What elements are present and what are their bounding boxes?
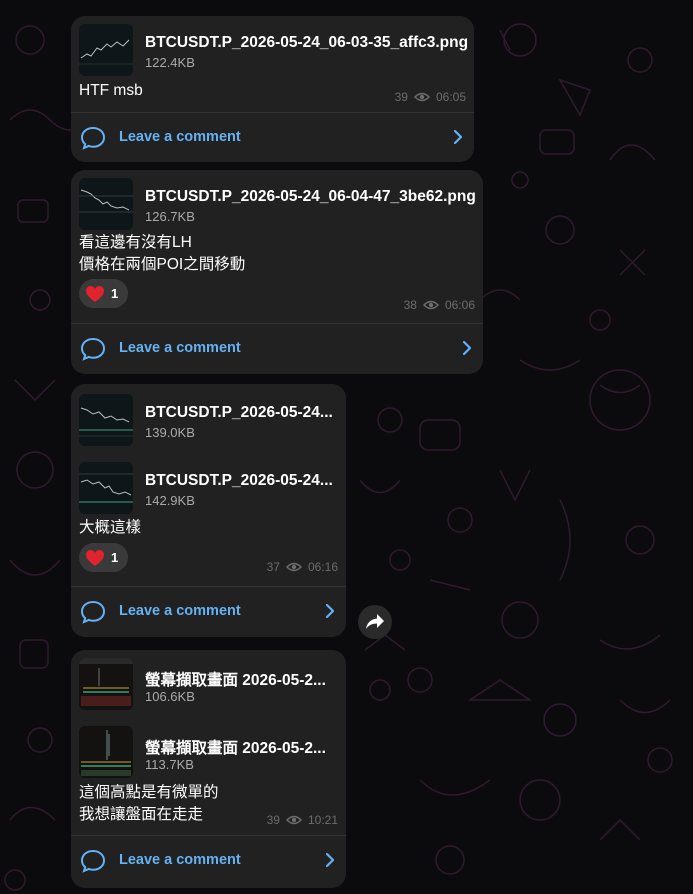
reaction-chip[interactable]: 1: [79, 543, 128, 572]
view-count: 37: [266, 560, 280, 574]
eye-icon: [285, 815, 302, 825]
leave-comment-label: Leave a comment: [119, 340, 241, 356]
file-name: BTCUSDT.P_2026-05-24...: [145, 404, 333, 421]
leave-comment-button[interactable]: Leave a comment: [71, 836, 346, 884]
leave-comment-button[interactable]: Leave a comment: [71, 324, 483, 372]
chevron-right-icon: [325, 603, 335, 619]
file-size: 126.7KB: [145, 209, 195, 224]
message-caption: 這個高點是有微單的 我想讓盤面在走走: [79, 782, 219, 826]
leave-comment-label: Leave a comment: [119, 603, 241, 619]
red-heart-icon: [86, 285, 104, 302]
chart-thumbnail-icon: [79, 178, 133, 230]
leave-comment-button[interactable]: Leave a comment: [71, 587, 346, 635]
caption-line: 大概這樣: [79, 519, 142, 536]
file-attachment[interactable]: BTCUSDT.P_2026-05-24_06-04-47_3be62.png …: [79, 178, 476, 232]
file-thumbnail[interactable]: [79, 178, 133, 230]
file-thumbnail[interactable]: [79, 394, 133, 446]
view-count: 38: [403, 298, 417, 312]
view-count: 39: [266, 813, 280, 827]
message-meta: 39 06:05: [395, 90, 466, 104]
file-attachment[interactable]: 螢幕擷取畫面 2026-05-2... 106.6KB: [79, 658, 338, 712]
reaction-count: 1: [111, 286, 119, 301]
chevron-right-icon: [462, 340, 472, 356]
file-size: 122.4KB: [145, 55, 195, 70]
forward-arrow-icon: [366, 614, 384, 629]
message-time: 06:16: [307, 560, 338, 574]
file-name: 螢幕擷取畫面 2026-05-2...: [145, 740, 326, 757]
caption-line: HTF msb: [79, 82, 143, 99]
message-caption: 看這邊有沒有LH 價格在兩個POI之間移動: [79, 232, 245, 276]
eye-icon: [422, 300, 439, 310]
eye-icon: [413, 92, 430, 102]
file-thumbnail[interactable]: [79, 24, 133, 76]
view-count: 39: [394, 90, 408, 104]
message-meta: 37 06:16: [267, 560, 338, 574]
message-bubble-2: BTCUSDT.P_2026-05-24_06-04-47_3be62.png …: [71, 170, 483, 374]
file-attachment[interactable]: BTCUSDT.P_2026-05-24... 142.9KB: [79, 462, 338, 516]
caption-line: 這個高點是有微單的: [79, 784, 219, 801]
screenshot-thumbnail-icon: [79, 726, 133, 778]
file-name: BTCUSDT.P_2026-05-24_06-04-47_3be62.png: [145, 188, 476, 205]
leave-comment-label: Leave a comment: [119, 852, 241, 868]
file-size: 106.6KB: [145, 689, 195, 704]
file-name: BTCUSDT.P_2026-05-24_06-03-35_affc3.png: [145, 34, 469, 51]
forward-button[interactable]: [358, 605, 392, 639]
file-thumbnail[interactable]: [79, 658, 133, 710]
comment-bubble-icon: [80, 337, 106, 361]
reaction-chip[interactable]: 1: [79, 279, 128, 308]
comment-bubble-icon: [80, 126, 106, 150]
message-bubble-1: BTCUSDT.P_2026-05-24_06-03-35_affc3.png …: [71, 16, 474, 162]
red-heart-icon: [86, 549, 104, 566]
message-caption: 大概這樣: [79, 517, 141, 539]
screenshot-thumbnail-icon: [79, 658, 133, 710]
file-attachment[interactable]: 螢幕擷取畫面 2026-05-2... 113.7KB: [79, 726, 338, 780]
caption-line: 我想讓盤面在走走: [79, 806, 204, 823]
file-attachment[interactable]: BTCUSDT.P_2026-05-24... 139.0KB: [79, 394, 338, 448]
chevron-right-icon: [453, 129, 463, 145]
chevron-right-icon: [325, 852, 335, 868]
message-time: 06:06: [444, 298, 475, 312]
message-time: 06:05: [435, 90, 466, 104]
file-thumbnail[interactable]: [79, 462, 133, 514]
caption-line: 看這邊有沒有LH: [79, 234, 192, 251]
message-time: 10:21: [307, 813, 338, 827]
message-caption: HTF msb: [79, 80, 143, 102]
file-size: 113.7KB: [145, 757, 194, 772]
message-bubble-3: BTCUSDT.P_2026-05-24... 139.0KB BTCUSDT.…: [71, 384, 346, 637]
file-size: 142.9KB: [145, 493, 195, 508]
message-meta: 38 06:06: [404, 298, 475, 312]
reaction-count: 1: [111, 550, 119, 565]
chart-thumbnail-icon: [79, 394, 133, 446]
message-meta: 39 10:21: [267, 813, 338, 827]
leave-comment-label: Leave a comment: [119, 129, 241, 145]
file-name: BTCUSDT.P_2026-05-24...: [145, 472, 333, 489]
eye-icon: [285, 562, 302, 572]
chart-thumbnail-icon: [79, 462, 133, 514]
file-size: 139.0KB: [145, 425, 195, 440]
comment-bubble-icon: [80, 600, 106, 624]
caption-line: 價格在兩個POI之間移動: [79, 256, 246, 273]
chart-thumbnail-icon: [79, 24, 133, 76]
file-name: 螢幕擷取畫面 2026-05-2...: [145, 672, 326, 689]
file-thumbnail[interactable]: [79, 726, 133, 778]
comment-bubble-icon: [80, 849, 106, 873]
message-bubble-4: 螢幕擷取畫面 2026-05-2... 106.6KB 螢幕擷取畫面 2026-…: [71, 650, 346, 888]
leave-comment-button[interactable]: Leave a comment: [71, 113, 474, 161]
file-attachment[interactable]: BTCUSDT.P_2026-05-24_06-03-35_affc3.png …: [79, 24, 469, 78]
